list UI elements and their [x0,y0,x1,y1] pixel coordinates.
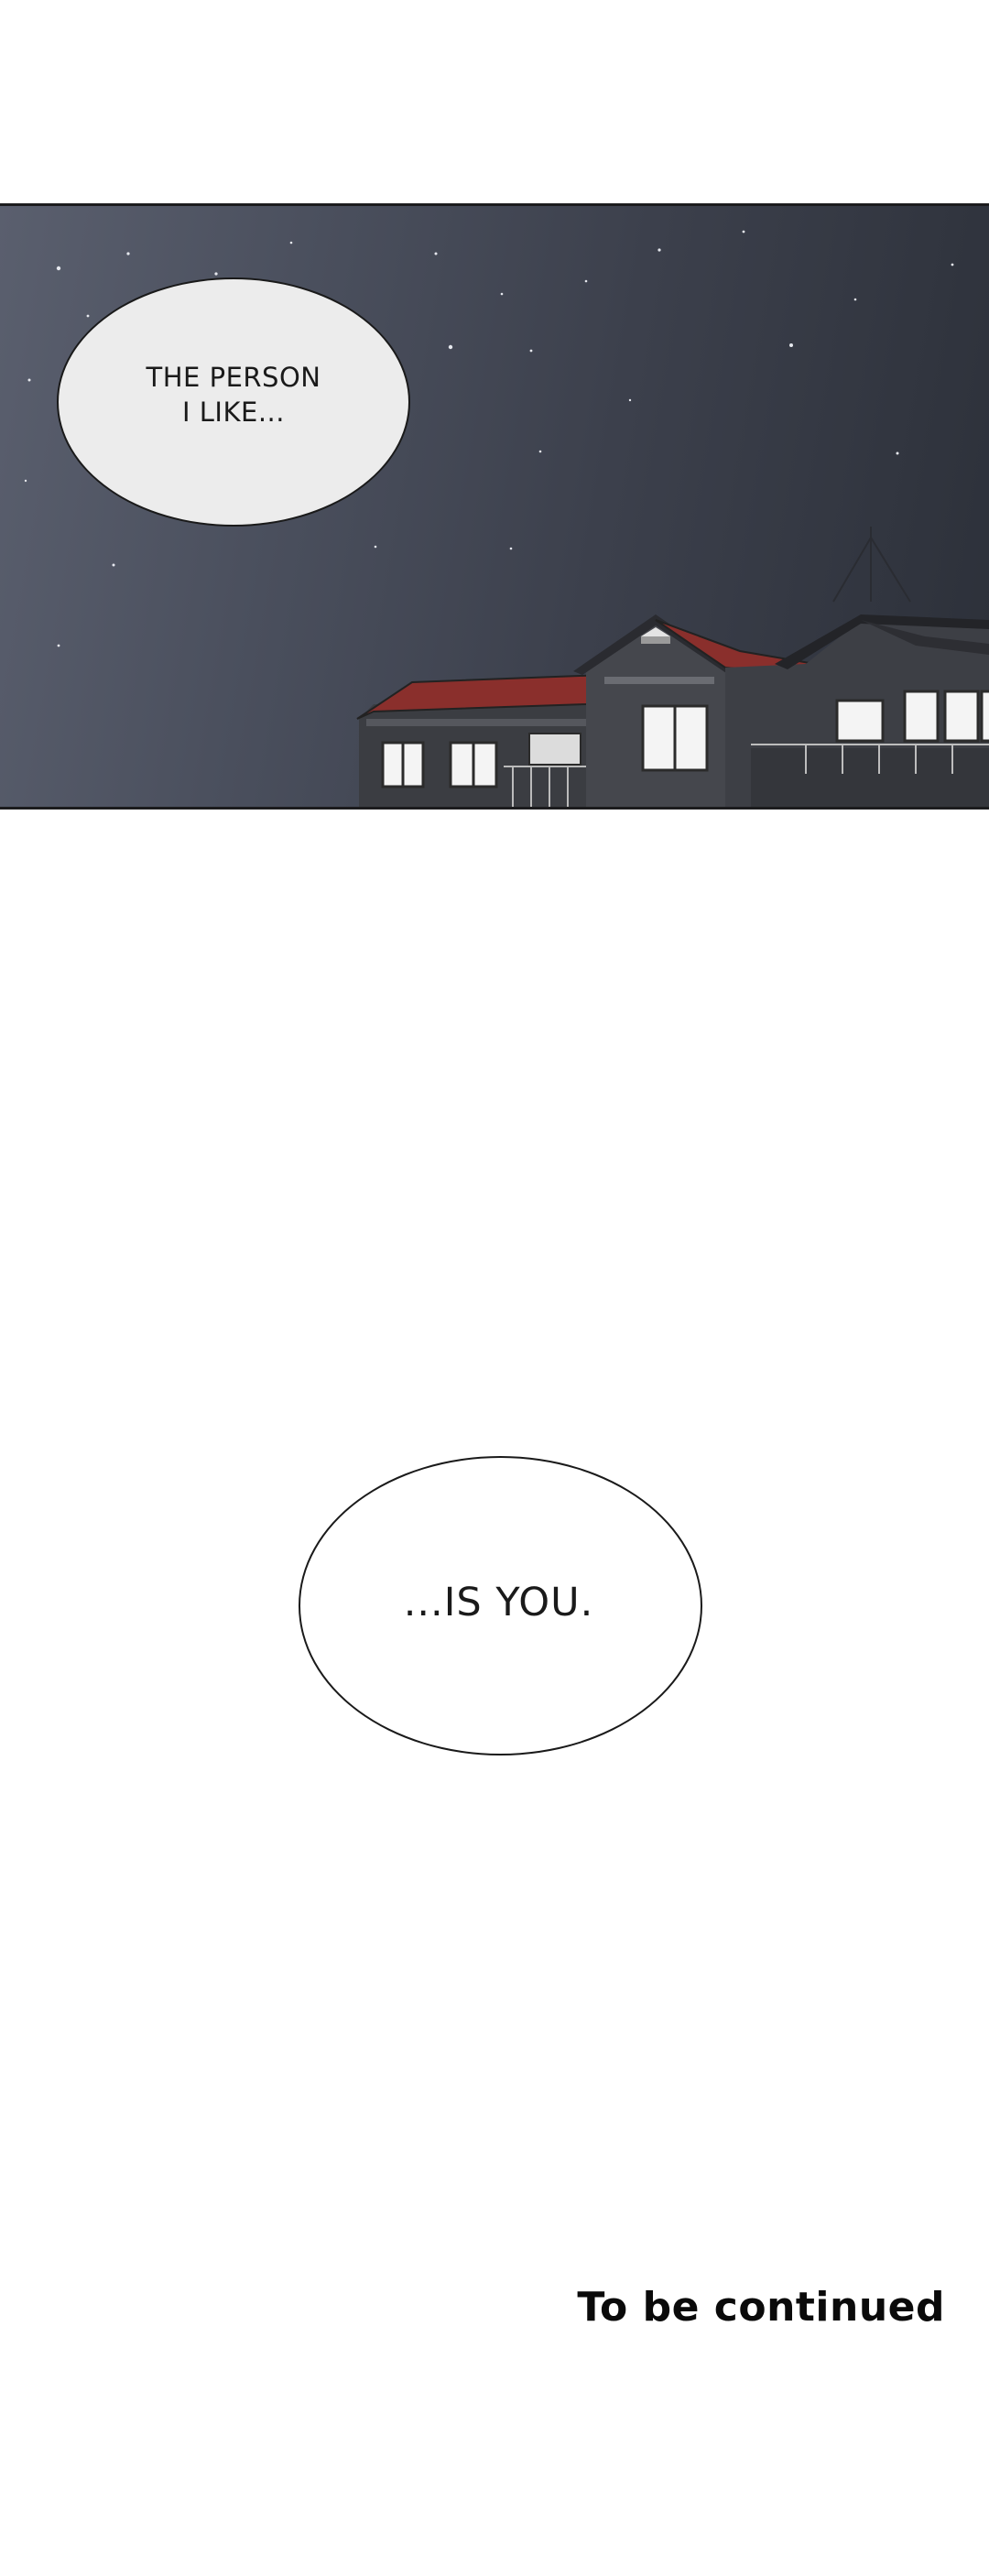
to-be-continued-label: To be continued [577,2284,945,2331]
speech-bubble-reply: ...IS YOU. [299,1456,702,1755]
houses [356,614,989,807]
speech-text-is-you: ...IS YOU. [403,1579,594,1625]
speech-text-person-i-like: THE PERSON I LIKE... [146,362,321,428]
night-panel: THE PERSON I LIKE... [0,203,989,810]
speech-bubble-night: THE PERSON I LIKE... [57,277,410,527]
antenna [832,527,911,603]
